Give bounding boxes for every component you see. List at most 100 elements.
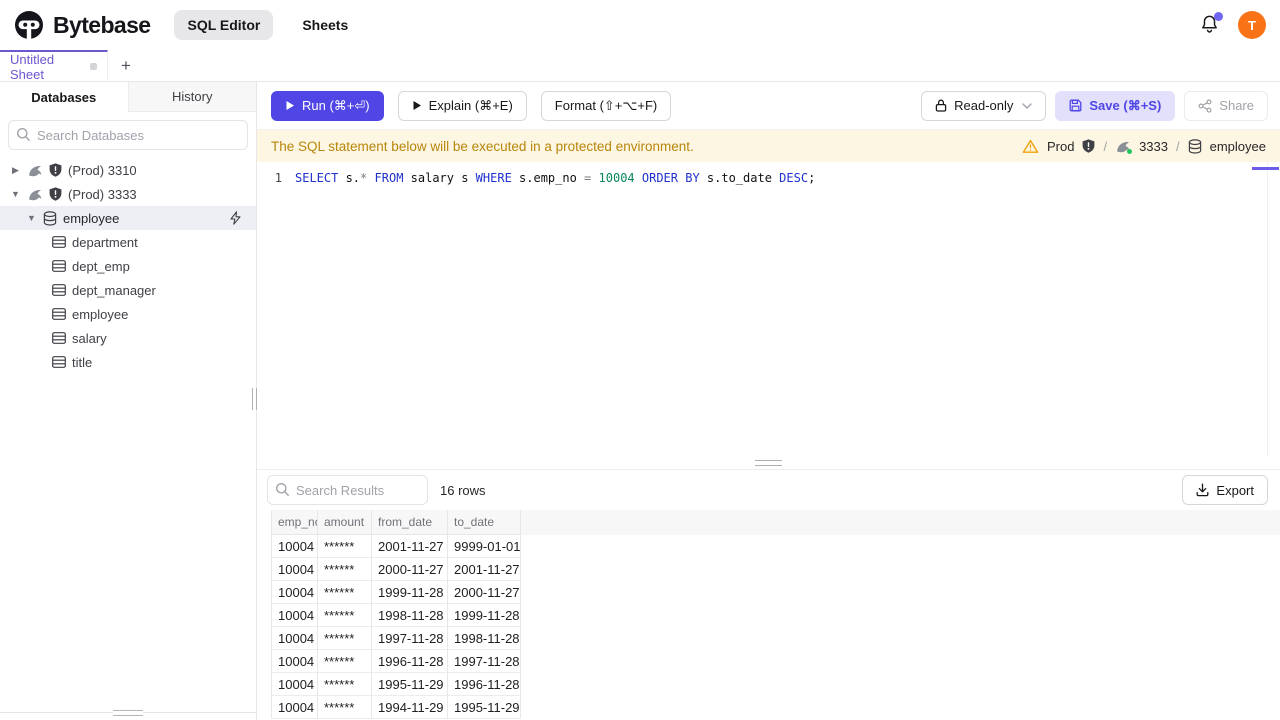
format-button-label: Format (⇧+⌥+F) — [554, 97, 658, 113]
database-row-employee[interactable]: ▼ employee — [0, 206, 256, 230]
nav-sheets[interactable]: Sheets — [289, 10, 361, 40]
search-databases-input[interactable] — [8, 120, 248, 150]
search-results-input[interactable] — [267, 475, 428, 505]
notification-bell[interactable] — [1199, 12, 1223, 36]
caret-down-icon[interactable]: ▼ — [10, 189, 21, 199]
result-cell: 1999-11-28 — [448, 604, 521, 627]
share-button[interactable]: Share — [1184, 90, 1268, 121]
result-row[interactable]: 10004 ****** 1997-11-28 1998-11-28 — [271, 627, 1280, 650]
result-cell: 1998-11-28 — [448, 627, 521, 650]
result-row[interactable]: 10004 ****** 1994-11-29 1995-11-29 — [271, 696, 1280, 719]
database-breadcrumb-label[interactable]: employee — [1210, 139, 1266, 154]
editor-toolbar: Run (⌘+⏎) Explain (⌘+E) Format (⇧+⌥+F) R… — [257, 82, 1280, 130]
table-label: employee — [72, 306, 129, 322]
lightning-icon[interactable] — [229, 211, 242, 225]
sheet-tabbar: Untitled Sheet + — [0, 50, 1280, 82]
column-header-emp_no[interactable]: emp_no — [271, 510, 318, 535]
column-header-to_date[interactable]: to_date — [448, 510, 521, 535]
splitter-grip-icon — [755, 460, 782, 466]
instance-breadcrumb-label[interactable]: 3333 — [1139, 139, 1168, 154]
results-panel: 16 rows Export emp_noamountfrom_dateto_d… — [257, 469, 1280, 720]
result-row[interactable]: 10004 ****** 2000-11-27 2001-11-27 — [271, 558, 1280, 581]
sql-token: s.emp_no — [511, 170, 585, 185]
sidebar-tabs: Databases History — [0, 82, 256, 112]
sidebar-table-item[interactable]: employee — [0, 302, 256, 326]
tab-databases[interactable]: Databases — [0, 82, 128, 112]
sql-token: ; — [808, 170, 816, 185]
sidebar-table-item[interactable]: title — [0, 350, 256, 374]
play-icon — [286, 101, 294, 110]
sidebar: Databases History ▶ (Prod) 3310 ▼ — [0, 82, 257, 720]
tab-untitled-sheet[interactable]: Untitled Sheet — [0, 50, 108, 82]
sidebar-table-item[interactable]: dept_emp — [0, 254, 256, 278]
result-cell: 1995-11-29 — [372, 673, 448, 696]
results-table: emp_no amount from_date to_date 10004 ******… — [271, 510, 1280, 719]
sidebar-table-item[interactable]: department — [0, 230, 256, 254]
result-cell: 1994-11-29 — [372, 696, 448, 719]
save-button-label: Save (⌘+S) — [1089, 97, 1162, 113]
results-resize-splitter[interactable] — [257, 457, 1280, 469]
share-icon — [1198, 98, 1212, 113]
result-cell: 1997-11-28 — [448, 650, 521, 673]
editor-minimap-divider — [1267, 162, 1268, 457]
instance-label: (Prod) 3310 — [68, 162, 137, 178]
run-button[interactable]: Run (⌘+⏎) — [271, 90, 384, 121]
caret-down-icon[interactable]: ▼ — [26, 213, 37, 223]
explain-button[interactable]: Explain (⌘+E) — [397, 90, 527, 121]
result-cell: 1995-11-29 — [448, 696, 521, 719]
bytebase-logo-icon — [14, 10, 44, 40]
save-button[interactable]: Save (⌘+S) — [1055, 90, 1176, 121]
format-button[interactable]: Format (⇧+⌥+F) — [540, 90, 672, 121]
result-row[interactable]: 10004 ****** 1996-11-28 1997-11-28 — [271, 650, 1280, 673]
result-cell: 2001-11-27 — [372, 535, 448, 558]
run-button-label: Run (⌘+⏎) — [302, 97, 370, 113]
row-count: 16 rows — [440, 482, 486, 498]
result-cell: 1999-11-28 — [372, 581, 448, 604]
result-cell: ****** — [318, 604, 372, 627]
connection-breadcrumb: Prod / 3333 / employee — [1022, 139, 1266, 154]
column-header-from_date[interactable]: from_date — [372, 510, 448, 535]
sidebar-table-item[interactable]: salary — [0, 326, 256, 350]
column-header-amount[interactable]: amount — [318, 510, 372, 535]
sidebar-bottom-resize-handle[interactable] — [113, 710, 143, 716]
readonly-mode-select[interactable]: Read-only — [921, 90, 1047, 121]
notification-dot — [1214, 12, 1223, 21]
main-panel: Run (⌘+⏎) Explain (⌘+E) Format (⇧+⌥+F) R… — [257, 82, 1280, 720]
download-icon — [1196, 483, 1209, 497]
add-sheet-button[interactable]: + — [108, 50, 144, 81]
tab-history[interactable]: History — [127, 82, 256, 112]
environment-label[interactable]: Prod — [1047, 139, 1074, 154]
sql-token: DESC — [779, 170, 809, 185]
result-row[interactable]: 10004 ****** 1998-11-28 1999-11-28 — [271, 604, 1280, 627]
sidebar-table-item[interactable]: dept_manager — [0, 278, 256, 302]
sql-token: s. — [338, 170, 361, 185]
lock-icon — [935, 99, 947, 112]
results-table-body: 10004 ****** 2001-11-27 9999-01-01 10004 ****… — [271, 535, 1280, 719]
avatar[interactable]: T — [1238, 11, 1266, 39]
breadcrumb-separator: / — [1103, 138, 1108, 154]
database-icon — [1188, 138, 1202, 154]
table-icon — [52, 332, 66, 344]
nav-sql-editor[interactable]: SQL Editor — [174, 10, 274, 40]
instance-row-3333[interactable]: ▼ (Prod) 3333 — [0, 182, 256, 206]
result-cell: 10004 — [271, 627, 318, 650]
result-row[interactable]: 10004 ****** 2001-11-27 9999-01-01 — [271, 535, 1280, 558]
export-button[interactable]: Export — [1182, 475, 1268, 505]
bytebase-logo[interactable]: Bytebase — [14, 10, 151, 40]
sql-editor[interactable]: 1 SELECT s.* FROM salary s WHERE s.emp_n… — [257, 162, 1280, 457]
caret-right-icon[interactable]: ▶ — [10, 165, 21, 176]
instance-row-3310[interactable]: ▶ (Prod) 3310 — [0, 158, 256, 182]
result-cell: 1998-11-28 — [372, 604, 448, 627]
result-cell: 10004 — [271, 604, 318, 627]
result-row[interactable]: 10004 ****** 1999-11-28 2000-11-27 — [271, 581, 1280, 604]
shield-icon — [49, 163, 62, 177]
database-search — [8, 120, 248, 150]
instance-label: (Prod) 3333 — [68, 186, 137, 202]
result-row[interactable]: 10004 ****** 1995-11-29 1996-11-28 — [271, 673, 1280, 696]
result-cell: 10004 — [271, 558, 318, 581]
table-icon — [52, 260, 66, 272]
sidebar-resize-handle[interactable] — [252, 388, 257, 410]
overview-ruler-cursor-mark — [1252, 167, 1279, 170]
sql-code-line[interactable]: SELECT s.* FROM salary s WHERE s.emp_no … — [295, 171, 815, 185]
shield-icon — [1082, 139, 1095, 153]
